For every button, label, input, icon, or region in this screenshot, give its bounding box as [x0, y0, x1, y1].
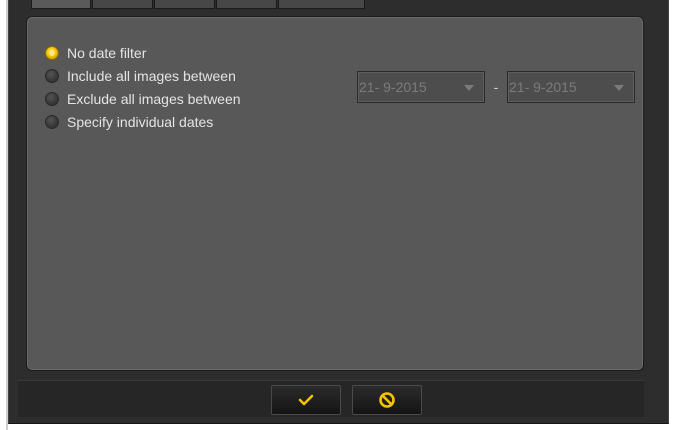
option-label: Exclude all images between — [67, 91, 241, 107]
radio-exclude-between[interactable] — [45, 92, 59, 106]
tab-3[interactable] — [154, 0, 215, 9]
chevron-down-icon[interactable] — [614, 85, 624, 91]
date-range-row: 21- 9-2015 - 21- 9-2015 — [357, 71, 635, 103]
option-individual-dates[interactable]: Specify individual dates — [45, 110, 241, 134]
start-date-picker[interactable]: 21- 9-2015 — [357, 71, 485, 103]
option-exclude-between[interactable]: Exclude all images between — [45, 87, 241, 111]
radio-include-between[interactable] — [45, 69, 59, 83]
tab-2[interactable] — [92, 0, 153, 9]
cancel-icon — [379, 392, 395, 408]
end-date-value: 21- 9-2015 — [509, 79, 577, 95]
radio-individual-dates[interactable] — [45, 115, 59, 129]
checkmark-icon — [298, 394, 314, 406]
tab-date-filter[interactable] — [31, 0, 91, 9]
cancel-button[interactable] — [352, 385, 422, 415]
option-include-between[interactable]: Include all images between — [45, 64, 241, 88]
option-label: Specify individual dates — [67, 114, 214, 130]
date-range-separator: - — [493, 79, 499, 95]
radio-no-date-filter[interactable] — [45, 46, 59, 60]
tab-5[interactable] — [278, 0, 365, 9]
tab-4[interactable] — [216, 0, 277, 9]
ok-button[interactable] — [271, 385, 341, 415]
date-filter-panel: No date filter Include all images betwee… — [26, 16, 644, 371]
date-filter-options: No date filter Include all images betwee… — [45, 41, 241, 133]
start-date-value: 21- 9-2015 — [359, 79, 427, 95]
end-date-picker[interactable]: 21- 9-2015 — [507, 71, 635, 103]
option-no-date-filter[interactable]: No date filter — [45, 41, 241, 65]
option-label: No date filter — [67, 45, 147, 61]
option-label: Include all images between — [67, 68, 236, 84]
tab-strip — [31, 0, 366, 10]
chevron-down-icon[interactable] — [464, 85, 474, 91]
